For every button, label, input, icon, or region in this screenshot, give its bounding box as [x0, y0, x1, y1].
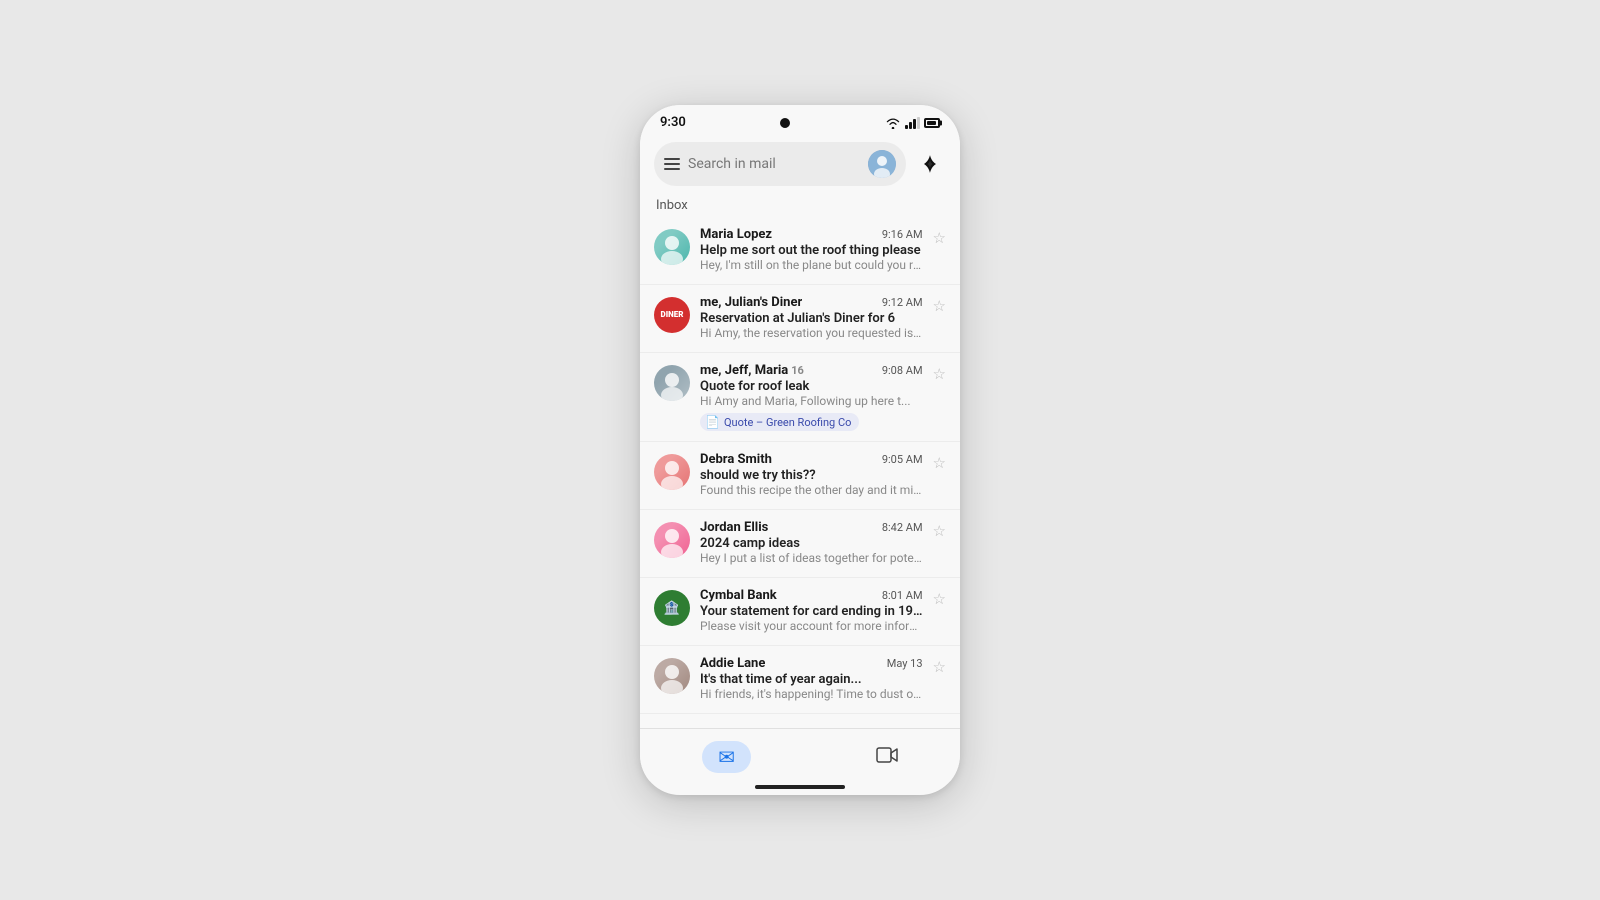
email-sender-5: Jordan Ellis: [700, 520, 768, 535]
email-star-3[interactable]: ☆: [933, 365, 946, 383]
email-time-1: 9:16 AM: [882, 228, 923, 241]
inbox-label: Inbox: [640, 194, 960, 217]
gemini-button[interactable]: [914, 148, 946, 180]
email-preview-1: Hey, I'm still on the plane but could yo…: [700, 258, 923, 272]
email-star-6[interactable]: ☆: [933, 590, 946, 608]
email-body-4: Debra Smith 9:05 AM should we try this??Fo…: [700, 452, 923, 499]
email-time-7: May 13: [887, 657, 923, 670]
email-body-5: Jordan Ellis 8:42 AM 2024 camp ideasHey I …: [700, 520, 923, 567]
email-avatar-4: [654, 454, 690, 490]
camera-dot: [780, 118, 790, 128]
email-body-7: Addie Lane May 13 It's that time of year a…: [700, 656, 923, 703]
email-sender-1: Maria Lopez: [700, 227, 772, 242]
email-subject-5: 2024 camp ideas: [700, 536, 923, 551]
attachment-chip-3: 📄Quote – Green Roofing Co: [700, 413, 859, 431]
email-sender-4: Debra Smith: [700, 452, 772, 467]
email-avatar-2: DINER: [654, 297, 690, 333]
email-preview-6: Please visit your account for more infor…: [700, 619, 923, 633]
email-avatar-5: [654, 522, 690, 558]
email-star-2[interactable]: ☆: [933, 297, 946, 315]
email-item-7[interactable]: Addie Lane May 13 It's that time of year a…: [640, 646, 960, 714]
email-time-3: 9:08 AM: [882, 364, 923, 377]
email-subject-2: Reservation at Julian's Diner for 6: [700, 311, 923, 326]
email-preview-2: Hi Amy, the reservation you requested is…: [700, 326, 923, 340]
email-subject-6: Your statement for card ending in 1988 i…: [700, 604, 923, 619]
email-preview-3: Hi Amy and Maria, Following up here t...: [700, 394, 923, 408]
email-body-3: me, Jeff, Maria16 9:08 AM Quote for roof l…: [700, 363, 923, 431]
email-star-7[interactable]: ☆: [933, 658, 946, 676]
email-list: Maria Lopez 9:16 AM Help me sort out the r…: [640, 217, 960, 728]
email-item-2[interactable]: DINER me, Julian's Diner 9:12 AM Reservatio…: [640, 285, 960, 353]
email-item-5[interactable]: Jordan Ellis 8:42 AM 2024 camp ideasHey I …: [640, 510, 960, 578]
email-time-4: 9:05 AM: [882, 453, 923, 466]
search-input[interactable]: Search in mail: [688, 156, 860, 172]
user-avatar[interactable]: [868, 150, 896, 178]
email-item-6[interactable]: 🏦 Cymbal Bank 8:01 AM Your statement for ca…: [640, 578, 960, 646]
home-indicator: [755, 785, 845, 789]
signal-icon: [905, 117, 920, 129]
email-time-6: 8:01 AM: [882, 589, 923, 602]
email-avatar-7: [654, 658, 690, 694]
email-preview-5: Hey I put a list of ideas together for p…: [700, 551, 923, 565]
bottom-nav: ✉: [640, 728, 960, 781]
email-body-2: me, Julian's Diner 9:12 AM Reservation at …: [700, 295, 923, 342]
email-subject-1: Help me sort out the roof thing please: [700, 243, 923, 258]
email-item-4[interactable]: Debra Smith 9:05 AM should we try this??Fo…: [640, 442, 960, 510]
search-bar[interactable]: Search in mail: [654, 142, 906, 186]
email-sender-6: Cymbal Bank: [700, 588, 777, 603]
status-time: 9:30: [660, 115, 686, 130]
email-body-6: Cymbal Bank 8:01 AM Your statement for car…: [700, 588, 923, 635]
email-sender-2: me, Julian's Diner: [700, 295, 802, 310]
email-item-3[interactable]: me, Jeff, Maria16 9:08 AM Quote for roof l…: [640, 353, 960, 442]
email-star-4[interactable]: ☆: [933, 454, 946, 472]
status-bar: 9:30: [640, 105, 960, 136]
email-sender-7: Addie Lane: [700, 656, 765, 671]
wifi-icon: [885, 117, 901, 129]
email-subject-4: should we try this??: [700, 468, 923, 483]
meet-icon: [876, 745, 898, 769]
email-item-1[interactable]: Maria Lopez 9:16 AM Help me sort out the r…: [640, 217, 960, 285]
email-star-1[interactable]: ☆: [933, 229, 946, 247]
nav-meet[interactable]: [852, 741, 922, 773]
email-preview-7: Hi friends, it's happening! Time to dust…: [700, 687, 923, 701]
email-avatar-3: [654, 365, 690, 401]
email-preview-4: Found this recipe the other day and it m…: [700, 483, 923, 497]
email-subject-3: Quote for roof leak: [700, 379, 923, 394]
email-time-5: 8:42 AM: [882, 521, 923, 534]
gemini-star-icon: [919, 153, 941, 175]
email-sender-3: me, Jeff, Maria16: [700, 363, 804, 378]
nav-mail[interactable]: ✉: [678, 737, 775, 777]
email-avatar-6: 🏦: [654, 590, 690, 626]
email-star-5[interactable]: ☆: [933, 522, 946, 540]
email-subject-7: It's that time of year again...: [700, 672, 923, 687]
email-time-2: 9:12 AM: [882, 296, 923, 309]
status-icons: [885, 117, 940, 129]
email-count-3: 16: [791, 364, 804, 377]
hamburger-menu[interactable]: [664, 158, 680, 170]
search-bar-row: Search in mail: [640, 136, 960, 194]
phone-shell: 9:30 Search in mail: [640, 105, 960, 795]
email-avatar-1: [654, 229, 690, 265]
mail-icon: ✉: [718, 745, 735, 769]
email-body-1: Maria Lopez 9:16 AM Help me sort out the r…: [700, 227, 923, 274]
battery-icon: [924, 118, 940, 128]
